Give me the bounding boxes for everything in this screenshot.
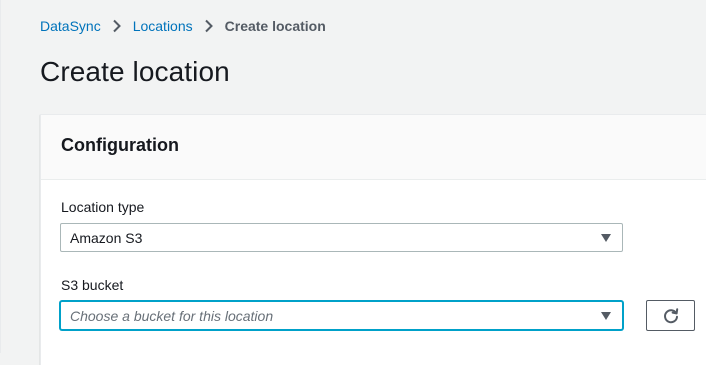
page-title: Create location bbox=[40, 56, 230, 87]
breadcrumb-locations-link[interactable]: Locations bbox=[133, 18, 193, 34]
page-edge bbox=[0, 0, 1, 353]
s3-bucket-select[interactable]: Choose a bucket for this location bbox=[60, 301, 623, 330]
refresh-buckets-button[interactable] bbox=[646, 300, 695, 331]
breadcrumb-current: Create location bbox=[224, 18, 326, 34]
refresh-icon bbox=[662, 307, 680, 325]
s3-bucket-placeholder: Choose a bucket for this location bbox=[70, 307, 274, 324]
caret-down-icon bbox=[601, 233, 611, 242]
caret-down-icon bbox=[601, 311, 611, 320]
location-type-label: Location type bbox=[61, 199, 145, 215]
configuration-title: Configuration bbox=[61, 135, 179, 155]
location-type-select[interactable]: Amazon S3 bbox=[60, 223, 623, 252]
location-type-value: Amazon S3 bbox=[70, 229, 143, 246]
configuration-panel: Configuration Location type Amazon S3 S3… bbox=[40, 114, 706, 365]
configuration-panel-header: Configuration bbox=[41, 115, 706, 180]
chevron-right-icon bbox=[105, 16, 129, 36]
breadcrumb: DataSync Locations Create location bbox=[40, 16, 326, 36]
breadcrumb-datasync-link[interactable]: DataSync bbox=[40, 18, 101, 34]
chevron-right-icon bbox=[197, 16, 221, 36]
s3-bucket-label: S3 bucket bbox=[61, 277, 124, 293]
